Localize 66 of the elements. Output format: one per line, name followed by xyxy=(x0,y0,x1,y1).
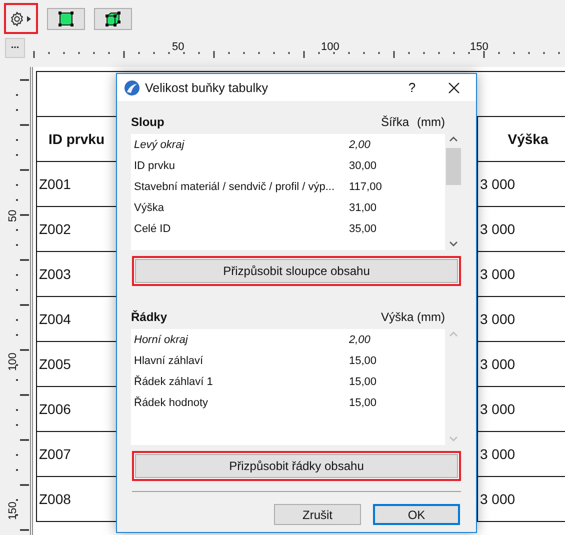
item-value: 35,00 xyxy=(349,222,378,234)
list-item[interactable]: Celé ID 35,00 xyxy=(131,218,445,239)
item-name: Horní okraj xyxy=(134,334,189,346)
item-name: Výška xyxy=(134,202,165,214)
item-value: 31,00 xyxy=(349,202,378,214)
item-value: 15,00 xyxy=(349,376,378,388)
item-value: 2,00 xyxy=(349,138,372,150)
list-item[interactable]: Horní okraj 2,00 xyxy=(131,329,445,350)
unit-label: (mm) xyxy=(417,115,446,129)
list-item[interactable]: Levý okraj 2,00 xyxy=(131,134,445,155)
column-header: Výška xyxy=(478,117,565,162)
close-icon xyxy=(448,82,460,94)
table-cell: 3 000 xyxy=(478,432,565,477)
item-value: 15,00 xyxy=(349,354,378,366)
scroll-up-icon[interactable] xyxy=(448,136,458,142)
window-title: Velikost buňky tabulky xyxy=(145,80,269,94)
list-item[interactable]: Řádek hodnoty 15,00 xyxy=(131,392,445,413)
scroll-down-icon[interactable] xyxy=(448,241,458,247)
item-name: ID prvku xyxy=(134,160,176,172)
list-item[interactable]: Stavební materiál / sendvič / profil / výp... 117,00 xyxy=(131,176,445,197)
item-value: 15,00 xyxy=(349,396,378,408)
table-cell: 3 000 xyxy=(478,162,565,207)
item-name: Levý okraj xyxy=(134,138,186,150)
item-value: 30,00 xyxy=(349,160,378,172)
table-cell: 3 000 xyxy=(478,252,565,297)
cube-icon xyxy=(105,10,121,26)
list-item[interactable]: Hlavní záhlaví 15,00 xyxy=(131,350,445,371)
ok-button[interactable]: OK xyxy=(373,504,460,525)
section-title: Řádky xyxy=(131,310,168,324)
column-header: Šířka xyxy=(381,115,410,129)
item-value: 2,00 xyxy=(349,334,372,346)
ruler-label: 50 xyxy=(7,210,19,222)
table-cell: 3 000 xyxy=(478,207,565,252)
scrollbar-thumb[interactable] xyxy=(446,148,460,185)
app-logo-icon xyxy=(124,80,140,96)
list-item[interactable]: ID prvku 30,00 xyxy=(131,155,445,176)
unit-label: (mm) xyxy=(417,310,446,324)
table-cell: 3 000 xyxy=(478,342,565,387)
item-name: Stavební materiál / sendvič / profil / výp... xyxy=(134,180,336,192)
plan-view-button[interactable] xyxy=(47,8,85,30)
square-icon xyxy=(58,10,74,26)
ruler-label: 150 xyxy=(7,502,19,520)
item-name: Hlavní záhlaví xyxy=(134,354,204,366)
ruler-label: 100 xyxy=(321,41,340,53)
table-cell: 3 000 xyxy=(478,477,565,522)
ruler-label: 50 xyxy=(172,41,184,53)
item-value: 117,00 xyxy=(349,180,383,192)
fit-button[interactable]: Přizpůsobit řádky obsahu xyxy=(132,451,461,481)
table-cell: 3 000 xyxy=(478,387,565,432)
ruler-label: 100 xyxy=(7,352,19,371)
settings-icon xyxy=(9,10,33,26)
item-name: Celé ID xyxy=(134,222,172,234)
help-button[interactable]: ? xyxy=(397,80,427,95)
item-name: Řádek záhlaví 1 xyxy=(134,376,214,388)
more-button[interactable]: ... xyxy=(5,38,25,58)
list-item[interactable]: Řádek záhlaví 1 15,00 xyxy=(131,371,445,392)
list-item[interactable]: Výška 31,00 xyxy=(131,197,445,218)
settings-button[interactable] xyxy=(4,3,38,34)
item-name: Řádek hodnoty xyxy=(134,396,209,408)
fit-button[interactable]: Přizpůsobit sloupce obsahu xyxy=(132,256,461,286)
3d-view-button[interactable] xyxy=(94,8,132,30)
section-title: Sloup xyxy=(131,115,166,129)
cancel-button[interactable]: Zrušit xyxy=(274,504,361,525)
ruler-label: 150 xyxy=(470,41,488,53)
table-cell: 3 000 xyxy=(478,297,565,342)
column-header: Výška xyxy=(381,310,415,324)
